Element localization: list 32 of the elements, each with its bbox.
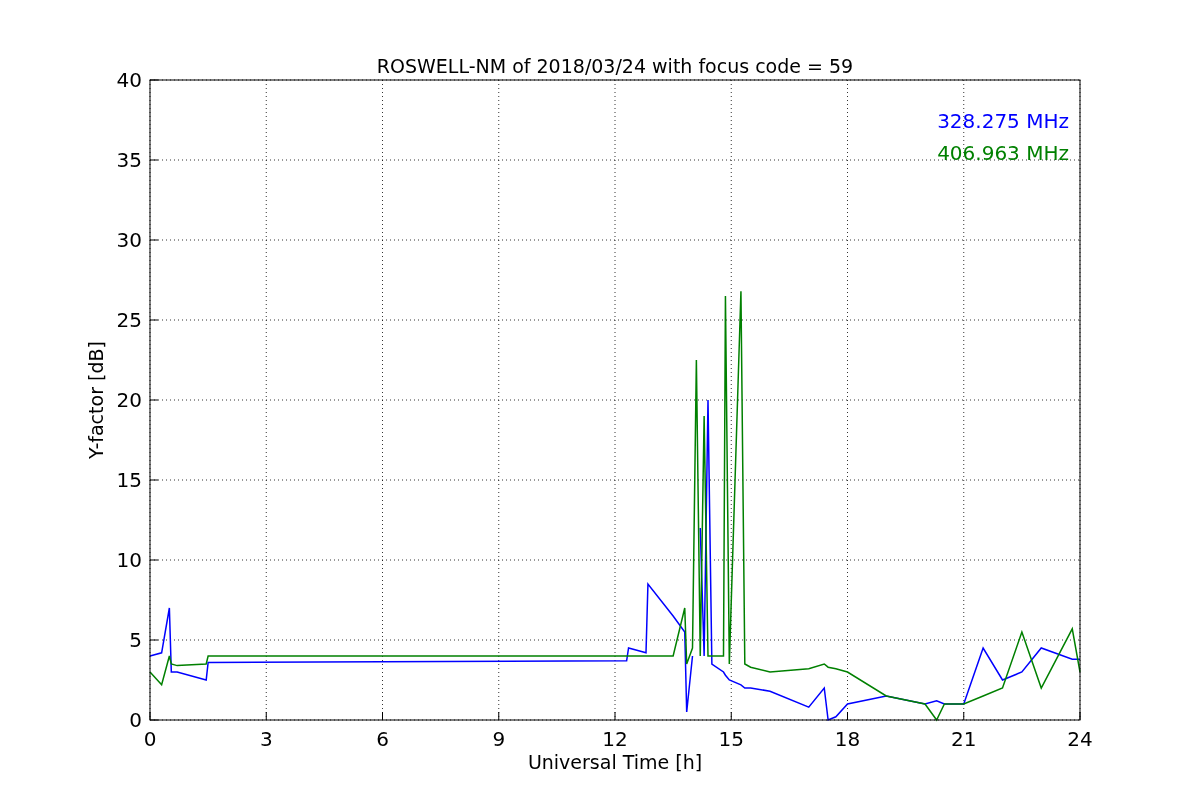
tick-mark xyxy=(614,711,616,721)
y-tick-label: 20 xyxy=(116,388,142,412)
x-tick-label: 3 xyxy=(259,727,273,751)
chart-title: ROSWELL-NM of 2018/03/24 with focus code = 59 xyxy=(376,55,854,77)
tick-mark xyxy=(382,711,383,721)
y-tick-label: 15 xyxy=(116,468,142,492)
y-tick-label: 10 xyxy=(116,548,142,572)
tick-mark xyxy=(265,711,267,721)
x-tick-label: 21 xyxy=(951,727,977,751)
y-tick-label: 35 xyxy=(116,148,142,172)
y-tick-label: 40 xyxy=(116,68,142,92)
tick-mark xyxy=(498,711,500,721)
y-tick-label: 30 xyxy=(116,228,142,252)
x-tick-label: 6 xyxy=(376,727,389,751)
tick-mark xyxy=(730,711,732,721)
y-tick-label: 5 xyxy=(129,628,142,652)
x-tick-label: 9 xyxy=(492,727,506,751)
tick-mark xyxy=(149,79,159,81)
tick-mark xyxy=(847,711,848,721)
tick-mark xyxy=(1079,711,1081,721)
y-axis-label: Y-factor [dB] xyxy=(85,341,107,459)
x-tick-label: 18 xyxy=(834,727,861,751)
x-tick-label: 24 xyxy=(1067,727,1093,751)
x-tick-label: 15 xyxy=(718,727,744,751)
y-tick-label: 0 xyxy=(129,708,142,732)
tick-mark xyxy=(963,711,965,721)
x-tick-label: 0 xyxy=(143,727,157,751)
legend-label: 328.275 MHz xyxy=(937,109,1069,133)
y-tick-label: 25 xyxy=(116,308,142,332)
x-tick-label: 12 xyxy=(602,727,628,751)
x-axis-label: Universal Time [h] xyxy=(527,751,703,773)
legend-label: 406.963 MHz xyxy=(937,141,1069,165)
